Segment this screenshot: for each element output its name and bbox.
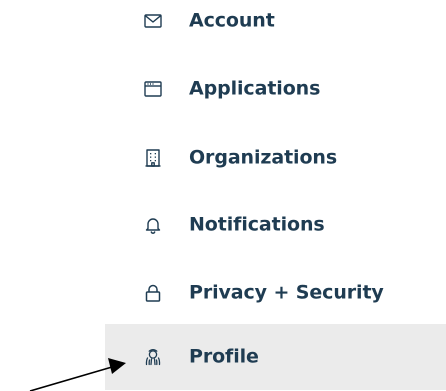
building-icon: [143, 148, 163, 168]
menu-item-profile[interactable]: Profile: [105, 324, 446, 390]
menu-item-label-account: Account: [189, 9, 275, 32]
menu-item-account[interactable]: Account: [105, 0, 446, 54]
menu-item-label-notifications: Notifications: [189, 213, 325, 236]
menu-item-applications[interactable]: Applications: [105, 56, 446, 122]
mail-icon: [143, 11, 163, 31]
profile-icon: [143, 347, 163, 367]
lock-icon: [143, 283, 163, 303]
menu-item-privacy-security[interactable]: Privacy + Security: [105, 260, 446, 326]
menu-item-organizations[interactable]: Organizations: [105, 125, 446, 191]
menu-item-notifications[interactable]: Notifications: [105, 192, 446, 258]
app-window-icon: [143, 79, 163, 99]
menu-item-label-applications: Applications: [189, 77, 321, 100]
settings-menu: Account Applications Organizations Notif…: [0, 0, 446, 391]
menu-item-label-privacy-security: Privacy + Security: [189, 281, 384, 304]
menu-item-label-profile: Profile: [189, 345, 259, 368]
menu-item-label-organizations: Organizations: [189, 146, 338, 169]
bell-icon: [143, 215, 163, 235]
